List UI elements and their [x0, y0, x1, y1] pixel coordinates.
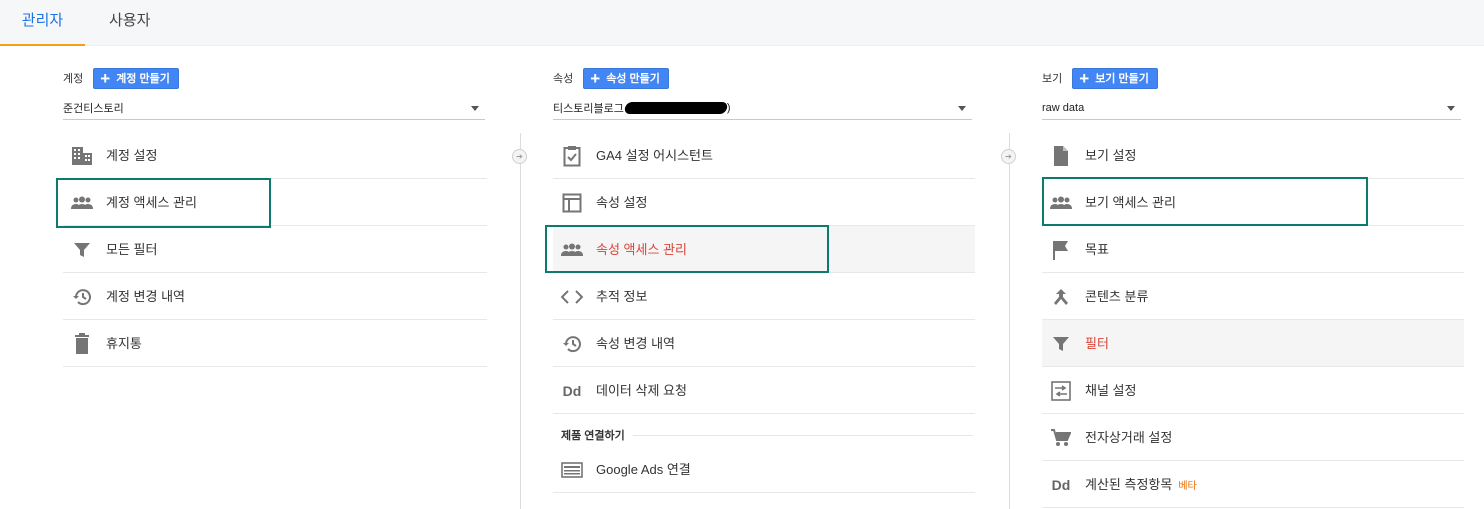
- arrow-right-icon: ➔: [512, 149, 527, 164]
- property-selected-value: 티스토리블로그: [553, 102, 624, 115]
- account-selector[interactable]: 준건티스토리: [63, 96, 485, 120]
- property-menu: GA4 설정 어시스턴트 속성 설정 속성 액세스 관리 추적 정보 속성 변경…: [553, 132, 975, 493]
- google-ads-link-label: Google Ads 연결: [596, 462, 691, 477]
- flag-icon: [1050, 239, 1072, 261]
- create-account-button[interactable]: + 계정 만들기: [93, 67, 179, 89]
- calculated-metrics-label: 계산된 측정항목 베타: [1085, 461, 1197, 509]
- channel-icon: [1050, 380, 1072, 402]
- create-property-button[interactable]: + 속성 만들기: [583, 67, 669, 89]
- view-header: 보기 + 보기 만들기: [1042, 67, 1158, 89]
- goals-label: 목표: [1085, 242, 1109, 257]
- admin-tab-bar: 관리자 사용자: [0, 0, 1484, 46]
- highlight-property-access: [545, 225, 829, 273]
- create-view-label: 보기 만들기: [1095, 73, 1149, 85]
- property-selected-suffix: ): [726, 101, 731, 114]
- layout-icon: [561, 192, 583, 214]
- property-label: 속성: [553, 73, 574, 85]
- account-change-history-item[interactable]: 계정 변경 내역: [63, 273, 487, 320]
- plus-icon: +: [590, 68, 601, 88]
- view-filters-item[interactable]: 필터: [1042, 320, 1464, 367]
- product-linking-title: 제품 연결하기: [561, 430, 625, 442]
- goals-item[interactable]: 목표: [1042, 226, 1464, 273]
- view-label: 보기: [1042, 73, 1063, 85]
- account-header: 계정 + 계정 만들기: [63, 67, 179, 89]
- account-label: 계정: [63, 73, 84, 85]
- history-icon: [561, 333, 583, 355]
- redaction-mark: [623, 101, 729, 114]
- column-divider: [1009, 133, 1010, 509]
- content-grouping-item[interactable]: 콘텐츠 분류: [1042, 273, 1464, 320]
- ecommerce-settings-item[interactable]: 전자상거래 설정: [1042, 414, 1464, 461]
- tab-admin[interactable]: 관리자: [0, 0, 85, 46]
- merge-icon: [1050, 286, 1072, 308]
- view-settings-label: 보기 설정: [1085, 148, 1137, 163]
- section-divider: [632, 434, 973, 436]
- account-settings-label: 계정 설정: [106, 148, 158, 163]
- ga4-setup-assistant-label: GA4 설정 어시스턴트: [596, 148, 713, 163]
- property-header: 속성 + 속성 만들기: [553, 67, 669, 89]
- history-icon: [71, 286, 93, 308]
- trash-icon: [71, 333, 93, 355]
- google-ads-link-item[interactable]: Google Ads 연결: [553, 446, 975, 493]
- data-deletion-request-item[interactable]: Dd 데이터 삭제 요청: [553, 367, 975, 414]
- clipboard-check-icon: [561, 145, 583, 167]
- all-filters-label: 모든 필터: [106, 242, 158, 257]
- ecommerce-settings-label: 전자상거래 설정: [1085, 430, 1173, 445]
- view-selected-value: raw data: [1042, 101, 1085, 114]
- beta-badge: 베타: [1178, 481, 1197, 492]
- tracking-info-item[interactable]: 추적 정보: [553, 273, 975, 320]
- account-selected-value: 준건티스토리: [63, 102, 124, 115]
- trash-item[interactable]: 휴지통: [63, 320, 487, 367]
- arrow-right-icon: ➔: [1001, 149, 1016, 164]
- create-account-label: 계정 만들기: [116, 73, 170, 85]
- calculated-metrics-text: 계산된 측정항목: [1085, 477, 1173, 492]
- tracking-info-label: 추적 정보: [596, 289, 648, 304]
- view-settings-item[interactable]: 보기 설정: [1042, 132, 1464, 179]
- property-change-history-label: 속성 변경 내역: [596, 336, 675, 351]
- tab-user[interactable]: 사용자: [109, 0, 150, 46]
- account-settings-item[interactable]: 계정 설정: [63, 132, 487, 179]
- view-selector[interactable]: raw data: [1042, 96, 1461, 120]
- highlight-account-access: [56, 178, 271, 228]
- filter-icon: [1050, 333, 1072, 355]
- building-icon: [71, 145, 93, 167]
- account-menu: 계정 설정 계정 액세스 관리 모든 필터 계정 변경 내역 휴지통: [63, 132, 487, 367]
- column-divider: [520, 133, 521, 509]
- data-deletion-request-label: 데이터 삭제 요청: [596, 383, 687, 398]
- ads-icon: [561, 459, 583, 481]
- property-settings-item[interactable]: 속성 설정: [553, 179, 975, 226]
- property-settings-label: 속성 설정: [596, 195, 648, 210]
- dd-icon: Dd: [562, 383, 582, 399]
- property-selector[interactable]: 티스토리블로그 ): [553, 96, 972, 120]
- dropdown-arrow-icon: [958, 106, 966, 111]
- property-change-history-item[interactable]: 속성 변경 내역: [553, 320, 975, 367]
- calculated-metrics-item[interactable]: Dd 계산된 측정항목 베타: [1042, 461, 1464, 508]
- all-filters-item[interactable]: 모든 필터: [63, 226, 487, 273]
- content-grouping-label: 콘텐츠 분류: [1085, 289, 1149, 304]
- plus-icon: +: [100, 68, 111, 88]
- code-icon: [561, 286, 583, 308]
- dd-icon: Dd: [1051, 477, 1071, 493]
- filter-icon: [71, 239, 93, 261]
- cart-icon: [1050, 427, 1072, 449]
- trash-label: 휴지통: [106, 336, 142, 351]
- ga4-setup-assistant-item[interactable]: GA4 설정 어시스턴트: [553, 132, 975, 179]
- channel-settings-item[interactable]: 채널 설정: [1042, 367, 1464, 414]
- create-view-button[interactable]: + 보기 만들기: [1072, 67, 1158, 89]
- account-change-history-label: 계정 변경 내역: [106, 289, 185, 304]
- view-filters-label: 필터: [1085, 336, 1109, 351]
- create-property-label: 속성 만들기: [606, 73, 660, 85]
- channel-settings-label: 채널 설정: [1085, 383, 1137, 398]
- product-linking-section: 제품 연결하기: [553, 424, 975, 446]
- document-icon: [1050, 145, 1072, 167]
- highlight-view-access: [1042, 177, 1368, 226]
- plus-icon: +: [1079, 68, 1090, 88]
- dropdown-arrow-icon: [1447, 106, 1455, 111]
- dropdown-arrow-icon: [471, 106, 479, 111]
